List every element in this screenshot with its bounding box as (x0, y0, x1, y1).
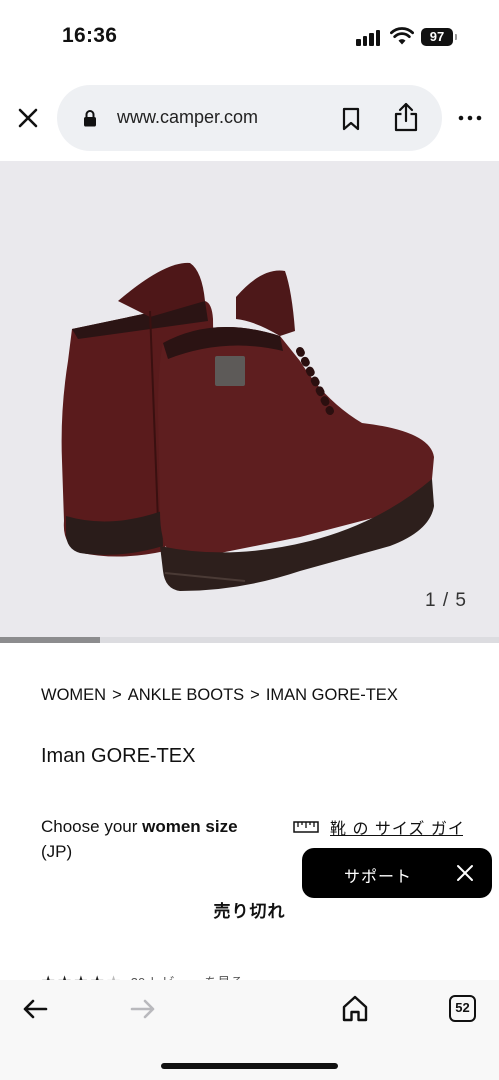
product-title: Iman GORE-TEX (41, 745, 196, 767)
support-chat-button[interactable]: サポート (302, 848, 492, 898)
breadcrumb-separator: > (112, 686, 122, 704)
carousel-progress-track (0, 637, 499, 643)
back-arrow-icon[interactable] (22, 998, 48, 1020)
ruler-icon (293, 821, 319, 833)
image-counter: 1 / 5 (425, 590, 467, 611)
status-time: 16:36 (62, 24, 118, 47)
size-guide-link[interactable]: 靴 の サイズ ガイド (293, 815, 463, 849)
breadcrumb-item-ankle-boots[interactable]: ANKLE BOOTS (128, 686, 244, 704)
size-prompt-bold: women size (142, 817, 238, 836)
battery-icon: 97 (421, 28, 453, 46)
size-prompt-prefix: Choose your (41, 817, 143, 836)
url-text: www.camper.com (117, 107, 259, 127)
sold-out-label: 売り切れ (213, 902, 286, 921)
home-icon[interactable] (341, 994, 369, 1022)
product-image (61, 262, 434, 591)
bookmark-icon[interactable] (341, 107, 361, 131)
close-icon[interactable] (456, 864, 474, 882)
home-indicator (161, 1063, 338, 1069)
product-image-carousel[interactable]: 1 / 5 (0, 161, 499, 643)
status-bar: 16:36 97 (0, 0, 499, 72)
signal-icon (356, 30, 382, 46)
size-guide-label: 靴 の サイズ ガイド (330, 821, 463, 838)
share-icon[interactable] (393, 102, 419, 132)
close-icon[interactable] (14, 104, 42, 132)
forward-arrow-icon[interactable] (130, 998, 156, 1020)
breadcrumb: WOMEN > ANKLE BOOTS > IMAN GORE-TEX (41, 686, 398, 705)
size-prompt: Choose your women size (JP) (41, 814, 281, 864)
breadcrumb-item-current[interactable]: IMAN GORE-TEX (266, 686, 398, 704)
battery-tip (455, 34, 457, 40)
carousel-progress-fill (0, 637, 100, 643)
url-field[interactable]: www.camper.com (57, 85, 442, 151)
tabs-icon[interactable]: 52 (449, 995, 476, 1022)
wifi-icon (390, 27, 414, 45)
size-prompt-suffix: (JP) (41, 842, 73, 861)
lock-icon (84, 110, 96, 127)
breadcrumb-separator: > (250, 686, 260, 704)
more-icon[interactable] (457, 112, 483, 124)
support-label: サポート (344, 869, 413, 886)
browser-address-bar: www.camper.com (0, 84, 499, 152)
breadcrumb-item-women[interactable]: WOMEN (41, 686, 106, 704)
browser-bottom-toolbar: 52 (0, 980, 499, 1080)
